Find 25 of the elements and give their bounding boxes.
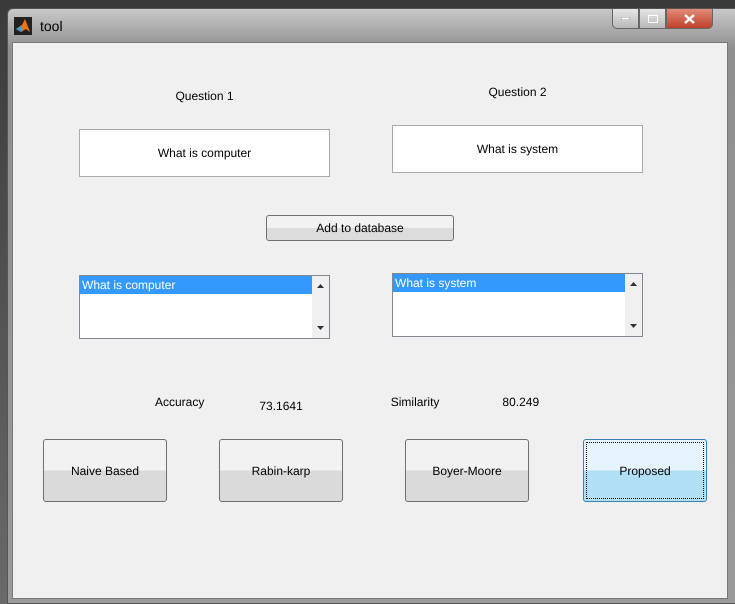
window-title: tool (40, 18, 63, 34)
algorithm-button[interactable]: Rabin-karp (219, 439, 343, 502)
scroll-down-icon[interactable] (317, 326, 324, 330)
close-icon (684, 14, 695, 24)
minimize-button[interactable] (612, 9, 639, 29)
matlab-logo-icon (14, 16, 32, 34)
close-button[interactable] (666, 9, 713, 29)
question-label: Question 2 (487, 85, 548, 101)
question-input-field[interactable]: What is system (392, 125, 643, 173)
question-label: Question 1 (174, 89, 235, 105)
result-value: 80.249 (502, 395, 540, 409)
result-label: Accuracy (155, 395, 204, 409)
maximize-icon (648, 14, 658, 22)
question-input-field[interactable]: What is computer (79, 129, 330, 177)
scroll-down-icon[interactable] (630, 324, 637, 328)
algorithm-button[interactable]: Naive Based (43, 439, 167, 502)
add-to-database-button[interactable]: Add to database (266, 215, 454, 241)
algorithm-button[interactable]: Boyer-Moore (405, 439, 529, 502)
result-value: 73.1641 (259, 399, 303, 413)
algorithm-button[interactable]: Proposed (583, 439, 707, 502)
scroll-up-icon[interactable] (630, 282, 637, 286)
maximize-button[interactable] (639, 9, 666, 29)
result-label: Similarity (390, 395, 440, 409)
minimize-icon (621, 17, 630, 20)
scroll-up-icon[interactable] (317, 284, 324, 288)
